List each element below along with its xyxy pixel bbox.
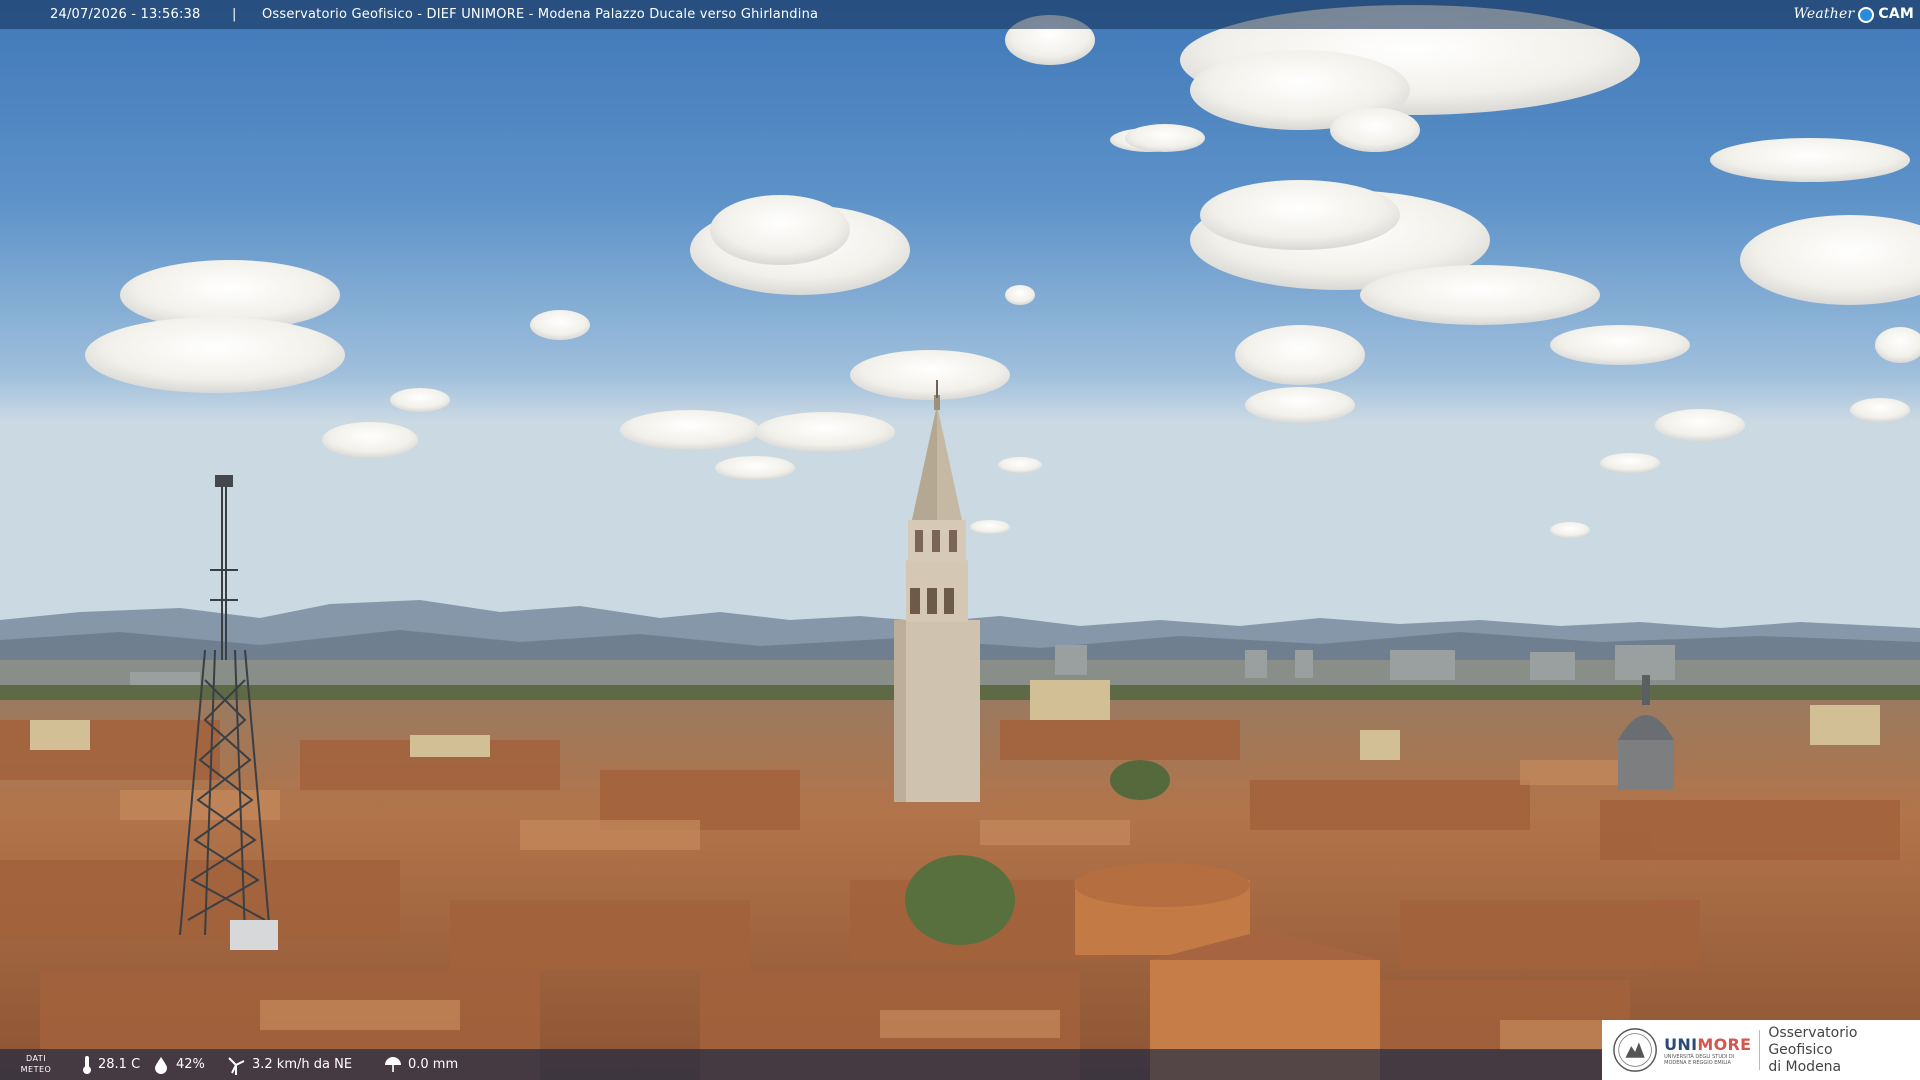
logo-divider xyxy=(1759,1030,1761,1070)
unimore-uni: UNI xyxy=(1664,1034,1698,1054)
humidity-value: 42% xyxy=(176,1057,205,1072)
rain-reading: 0.0 mm xyxy=(384,1049,458,1080)
timestamp: 24/07/2026 - 13:56:38 xyxy=(50,7,201,22)
university-seal-icon xyxy=(1613,1028,1657,1072)
observatory-name: Osservatorio Geofisico di Modena xyxy=(1768,1025,1920,1076)
brand-weather: Weather xyxy=(1793,6,1855,22)
webcam-frame: 24/07/2026 - 13:56:38 | Osservatorio Geo… xyxy=(0,0,1920,1080)
meteo-label-line2: METEO xyxy=(20,1065,52,1074)
wind-icon xyxy=(228,1056,245,1075)
camera-title: Osservatorio Geofisico - DIEF UNIMORE - … xyxy=(262,7,819,22)
humidity-reading: 42% xyxy=(152,1049,205,1080)
rain-icon xyxy=(385,1056,401,1072)
observatory-line2: di Modena xyxy=(1768,1058,1842,1075)
top-info-bar: 24/07/2026 - 13:56:38 | Osservatorio Geo… xyxy=(0,0,1920,29)
temperature-reading: 28.1 C xyxy=(82,1049,140,1080)
humidity-icon xyxy=(155,1056,167,1074)
observatory-line1: Osservatorio Geofisico xyxy=(1768,1024,1858,1058)
unimore-subtitle: UNIVERSITÀ DEGLI STUDI DI MODENA E REGGI… xyxy=(1664,1053,1735,1066)
camera-icon xyxy=(1858,6,1875,23)
meteo-label-line1: DATI xyxy=(25,1054,47,1063)
unimore-more: MORE xyxy=(1697,1034,1752,1054)
wind-reading: 3.2 km/h da NE xyxy=(226,1049,352,1080)
weathercam-logo: Weather CAM xyxy=(1793,2,1914,27)
brand-cam: CAM xyxy=(1878,6,1914,22)
thermometer-icon xyxy=(83,1055,91,1074)
unimore-logo: UNIMORE UNIVERSITÀ DEGLI STUDI DI MODENA… xyxy=(1602,1020,1920,1080)
rain-value: 0.0 mm xyxy=(408,1057,459,1072)
unimore-name: UNIMORE xyxy=(1664,1035,1751,1054)
meteo-label: DATI METEO xyxy=(14,1053,58,1075)
wind-value: 3.2 km/h da NE xyxy=(252,1057,353,1072)
temperature-value: 28.1 C xyxy=(98,1057,141,1072)
webcam-image xyxy=(0,0,1920,1080)
separator: | xyxy=(232,7,237,22)
